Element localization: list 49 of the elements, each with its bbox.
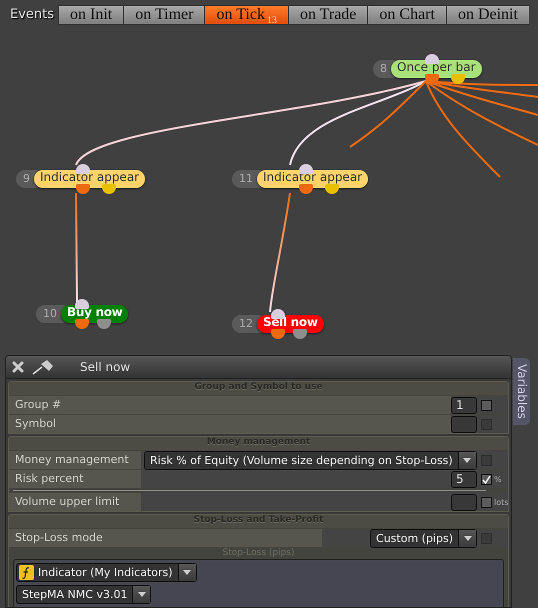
caret-icon <box>138 592 146 597</box>
flow-node[interactable]: Indicator appear <box>34 170 146 188</box>
close-icon[interactable] <box>12 361 24 373</box>
flow-node[interactable]: Indicator appear <box>257 170 368 188</box>
event-tab[interactable]: on Trade <box>288 5 368 25</box>
field-label: Stop-Loss mode <box>9 529 322 547</box>
output-port[interactable] <box>102 184 116 194</box>
field-label: Symbol <box>9 415 451 433</box>
dropdown[interactable]: Custom (pips) <box>370 528 477 548</box>
caret-icon <box>183 570 192 575</box>
function-icon <box>19 565 34 580</box>
field-label: Risk percent <box>9 470 141 488</box>
dropdown[interactable]: StepMA NMC v3.01 <box>16 585 152 604</box>
field-label: Money management <box>9 451 141 469</box>
event-tab[interactable]: on Deinit <box>446 5 529 25</box>
event-tab[interactable]: on Timer <box>123 5 204 25</box>
input-field[interactable]: 1 <box>451 396 477 414</box>
output-port[interactable] <box>293 329 307 339</box>
dropdown[interactable]: Indicator (My Indicators) <box>16 563 197 582</box>
input-port[interactable] <box>425 54 440 64</box>
output-port[interactable] <box>97 319 111 329</box>
event-tab[interactable]: on Tick$_{13}$ <box>204 5 288 25</box>
output-port[interactable] <box>325 184 340 194</box>
panel-title: Sell now <box>80 360 130 374</box>
input-port[interactable] <box>75 299 89 309</box>
events-label: Events <box>10 7 54 22</box>
caret-icon <box>464 536 472 540</box>
output-port[interactable] <box>75 319 89 329</box>
checkbox[interactable] <box>481 474 492 484</box>
output-port[interactable] <box>425 74 440 84</box>
unit-label: % <box>494 474 503 484</box>
event-tab[interactable]: on Chart <box>367 5 446 25</box>
input-field[interactable] <box>451 416 477 432</box>
field-label: Group # <box>9 396 451 414</box>
checkbox[interactable] <box>481 496 492 508</box>
dropdown[interactable]: Risk % of Equity (Volume size depending on Stop-Loss) <box>144 450 477 470</box>
checkbox[interactable] <box>481 400 492 410</box>
input-field[interactable] <box>451 494 477 510</box>
field-label: Volume upper limit <box>9 493 141 511</box>
output-port[interactable] <box>271 329 285 339</box>
caret-icon <box>463 458 472 462</box>
unit-label: lots <box>494 498 508 506</box>
output-port[interactable] <box>299 184 314 194</box>
variables-tab[interactable]: Variables <box>513 358 530 425</box>
input-field[interactable]: 5 <box>451 470 477 488</box>
event-tab[interactable]: on Init <box>58 5 124 25</box>
count-label: 13 <box>266 15 277 26</box>
output-port[interactable] <box>76 184 90 194</box>
output-port[interactable] <box>451 74 466 84</box>
